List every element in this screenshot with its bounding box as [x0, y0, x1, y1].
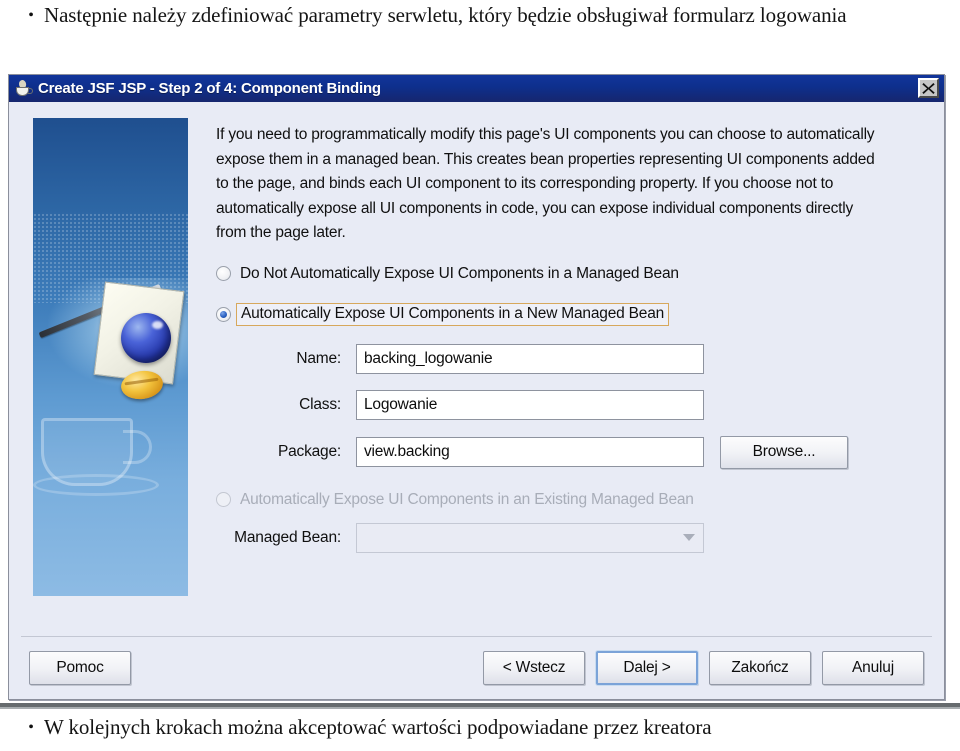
- slide-bottom-bullet: • W kolejnych krokach można akceptować w…: [18, 714, 948, 742]
- slide-divider: [0, 703, 960, 709]
- bullet-icon: •: [28, 719, 34, 736]
- close-icon[interactable]: [918, 78, 939, 98]
- field-row-managed-bean: Managed Bean:: [216, 522, 922, 553]
- field-row-name: Name: backing_logowanie: [216, 343, 922, 374]
- name-label: Name:: [296, 349, 341, 367]
- dialog-body: If you need to programmatically modify t…: [9, 102, 944, 636]
- java-coffee-cup-icon: [14, 78, 34, 99]
- radio-button-expose-existing-bean[interactable]: [216, 492, 231, 508]
- class-label: Class:: [299, 395, 341, 413]
- radio-button-do-not-expose[interactable]: [216, 266, 231, 282]
- chevron-down-icon: [683, 534, 695, 542]
- radio-button-expose-new-bean[interactable]: [216, 306, 231, 322]
- next-button[interactable]: Dalej >: [596, 651, 698, 685]
- package-label: Package:: [277, 443, 341, 461]
- radio-option-do-not-expose[interactable]: Do Not Automatically Expose UI Component…: [216, 265, 922, 283]
- managed-bean-form: Name: backing_logowanie Class: Logowanie…: [216, 343, 922, 469]
- description-text: If you need to programmatically modify t…: [216, 126, 875, 242]
- package-input[interactable]: view.backing: [356, 437, 704, 468]
- back-button[interactable]: < Wstecz: [483, 651, 585, 685]
- radio-label-do-not-expose[interactable]: Do Not Automatically Expose UI Component…: [240, 265, 679, 283]
- slide-top-bullet: • Następnie należy zdefiniować parametry…: [18, 2, 948, 30]
- class-input[interactable]: Logowanie: [356, 389, 704, 420]
- dialog-footer: Pomoc < Wstecz Dalej > Zakończ Anuluj: [21, 636, 932, 699]
- field-row-package: Package: view.backing Browse...: [216, 435, 922, 469]
- radio-option-expose-existing-bean[interactable]: Automatically Expose UI Components in an…: [216, 491, 922, 509]
- wizard-banner-image: [33, 118, 188, 596]
- field-row-class: Class: Logowanie: [216, 389, 922, 420]
- radio-label-expose-existing-bean[interactable]: Automatically Expose UI Components in an…: [240, 491, 694, 509]
- slide-top-bullet-text: Następnie należy zdefiniować parametry s…: [44, 3, 847, 27]
- managed-bean-label: Managed Bean:: [234, 528, 341, 546]
- radio-option-expose-new-bean[interactable]: Automatically Expose UI Components in a …: [216, 302, 922, 326]
- finish-button[interactable]: Zakończ: [709, 651, 811, 685]
- radio-label-expose-new-bean[interactable]: Automatically Expose UI Components in a …: [236, 302, 670, 326]
- name-input[interactable]: backing_logowanie: [356, 343, 704, 374]
- help-button[interactable]: Pomoc: [29, 651, 131, 685]
- bullet-icon: •: [28, 7, 34, 24]
- dialog-title: Create JSF JSP - Step 2 of 4: Component …: [38, 80, 381, 97]
- browse-button[interactable]: Browse...: [720, 435, 848, 469]
- blue-sphere-icon: [121, 313, 171, 363]
- dialog-titlebar[interactable]: Create JSF JSP - Step 2 of 4: Component …: [9, 75, 944, 102]
- slide-bottom-bullet-text: W kolejnych krokach można akceptować war…: [44, 715, 712, 739]
- cancel-button[interactable]: Anuluj: [822, 651, 924, 685]
- create-jsf-jsp-wizard-dialog: Create JSF JSP - Step 2 of 4: Component …: [8, 74, 945, 700]
- managed-bean-dropdown[interactable]: [356, 522, 704, 553]
- dialog-content: If you need to programmatically modify t…: [188, 118, 944, 636]
